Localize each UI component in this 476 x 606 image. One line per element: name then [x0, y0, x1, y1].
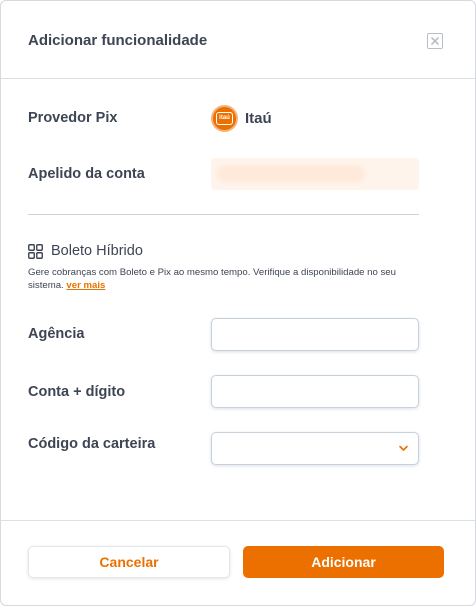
bank-name: Itaú	[245, 109, 272, 127]
provider-label: Provedor Pix	[28, 110, 118, 126]
itau-logo: itaú	[211, 104, 238, 132]
grid-icon	[28, 243, 43, 259]
boleto-section-header: Boleto Híbrido	[28, 243, 143, 259]
modal-title: Adicionar funcionalidade	[28, 32, 208, 49]
nickname-field[interactable]	[211, 158, 419, 190]
add-feature-modal: Adicionar funcionalidade Provedor Pix it…	[0, 0, 476, 606]
close-icon	[431, 37, 439, 45]
close-button[interactable]	[427, 33, 443, 49]
chevron-down-icon	[399, 445, 408, 451]
conta-input[interactable]	[211, 375, 419, 408]
boleto-description: Gere cobranças com Boleto e Pix ao mesmo…	[28, 266, 418, 292]
conta-label: Conta + dígito	[28, 384, 126, 400]
boleto-title: Boleto Híbrido	[51, 243, 143, 259]
nickname-label: Apelido da conta	[28, 166, 145, 182]
see-more-link[interactable]: ver mais	[66, 280, 105, 291]
nickname-redacted-value	[217, 165, 365, 183]
carteira-label: Código da carteira	[28, 436, 156, 452]
itau-logo-text: itaú	[216, 111, 233, 125]
agencia-input[interactable]	[211, 318, 419, 351]
agencia-label: Agência	[28, 326, 85, 342]
carteira-select[interactable]	[211, 432, 419, 465]
modal-header: Adicionar funcionalidade	[1, 1, 475, 79]
section-divider	[28, 214, 419, 215]
provider-value: itaú Itaú	[211, 104, 272, 132]
cancel-button[interactable]: Cancelar	[28, 546, 230, 578]
add-button[interactable]: Adicionar	[243, 546, 444, 578]
footer-divider	[1, 520, 475, 521]
